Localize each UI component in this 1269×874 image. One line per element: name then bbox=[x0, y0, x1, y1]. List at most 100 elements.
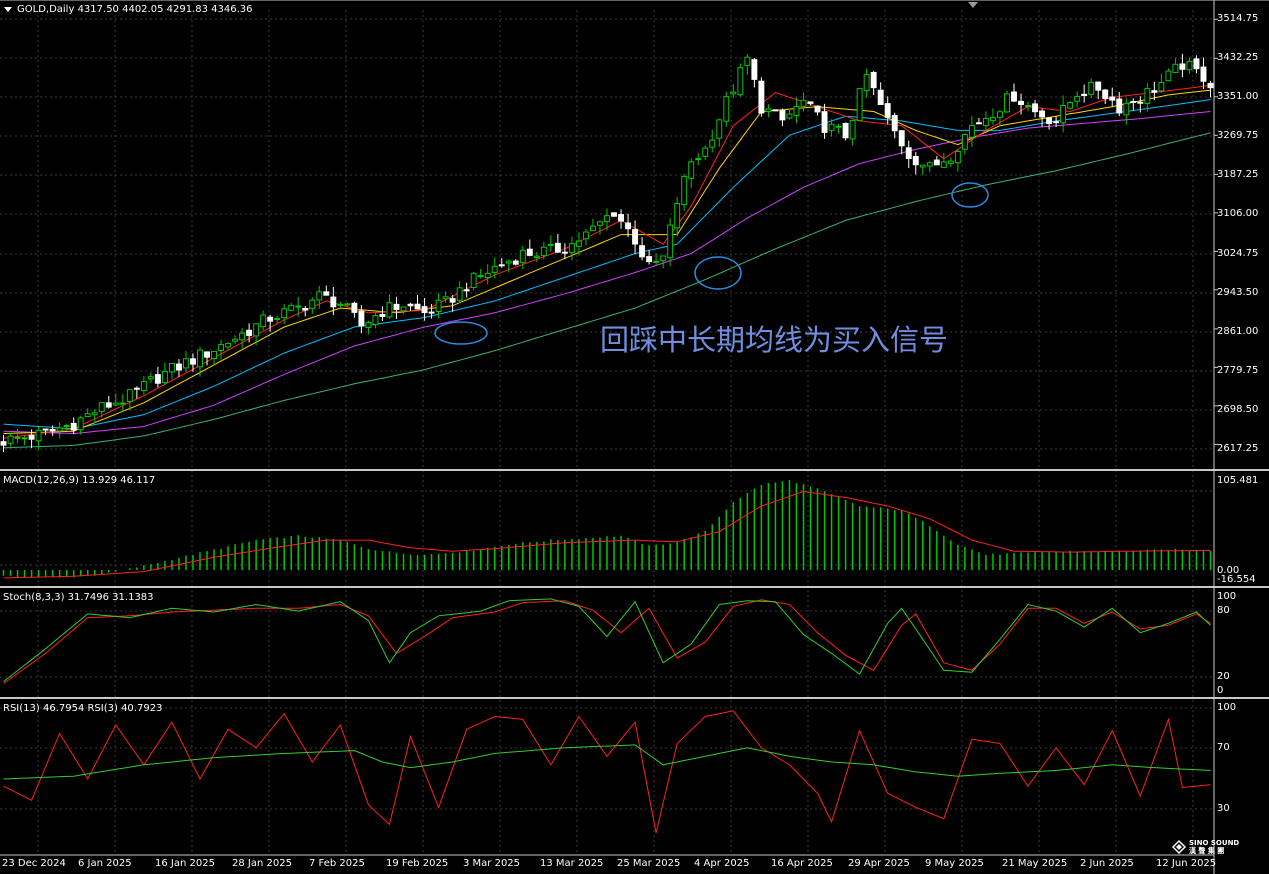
stoch-tick-20: 20 bbox=[1217, 671, 1230, 682]
candle-body bbox=[814, 105, 821, 113]
candle-body bbox=[828, 123, 835, 131]
macd-tick-max: 105.481 bbox=[1217, 475, 1259, 486]
candle-body bbox=[646, 256, 653, 263]
candle-body bbox=[561, 251, 568, 254]
candle-body bbox=[21, 437, 28, 440]
date-tick: 2 Jun 2025 bbox=[1080, 858, 1134, 869]
candle-body bbox=[400, 306, 407, 312]
candle-body bbox=[660, 255, 667, 262]
candle bbox=[1067, 101, 1074, 110]
candle-body bbox=[1200, 66, 1207, 82]
candle-body bbox=[898, 130, 905, 147]
symbol-label: GOLD,Daily 4317.50 4402.05 4291.83 4346.… bbox=[17, 4, 253, 15]
candle-body bbox=[14, 436, 21, 439]
price-tick: 3024.75 bbox=[1217, 248, 1259, 259]
date-tick: 9 May 2025 bbox=[925, 858, 984, 869]
candle-body bbox=[863, 74, 870, 92]
rsi-tick-100: 100 bbox=[1217, 702, 1237, 713]
candle-body bbox=[351, 302, 358, 313]
candle-body bbox=[667, 224, 674, 259]
candle-body bbox=[779, 110, 786, 121]
panel-separator-rsi[interactable] bbox=[0, 697, 1269, 699]
candle-body bbox=[232, 338, 239, 342]
candle bbox=[758, 77, 765, 117]
candle-body bbox=[842, 122, 849, 139]
candle-body bbox=[625, 222, 632, 230]
candle-body bbox=[316, 291, 323, 301]
price-tick: 3514.75 bbox=[1217, 13, 1259, 24]
candle-body bbox=[84, 413, 91, 418]
macd-label: MACD(12,26,9) 13.929 46.117 bbox=[3, 475, 156, 486]
candle-body bbox=[849, 119, 856, 140]
candle-body bbox=[414, 303, 421, 310]
candle-body bbox=[1067, 102, 1074, 109]
candle-body bbox=[1011, 91, 1017, 102]
chart-shift-marker-icon[interactable] bbox=[968, 2, 978, 8]
candle-body bbox=[49, 428, 56, 432]
candle-body bbox=[1130, 100, 1137, 103]
candle-body bbox=[435, 299, 442, 312]
candle-body bbox=[463, 289, 470, 292]
candle-body bbox=[428, 311, 435, 314]
candle-body bbox=[716, 119, 723, 139]
price-tick: 3432.25 bbox=[1217, 52, 1259, 63]
candle-body bbox=[793, 105, 800, 117]
date-tick: 12 Jun 2025 bbox=[1156, 858, 1217, 869]
candle-body bbox=[1060, 104, 1067, 124]
logo-text: SINO SOUND 漢 聲 集 團 bbox=[1189, 839, 1239, 855]
candle-body bbox=[519, 249, 526, 264]
candle-body bbox=[267, 316, 274, 322]
candle-body bbox=[568, 243, 575, 253]
date-tick: 7 Feb 2025 bbox=[309, 858, 365, 869]
candle-body bbox=[919, 164, 926, 168]
price-tick: 3106.00 bbox=[1217, 208, 1259, 219]
candle-body bbox=[737, 67, 744, 96]
candle-body bbox=[632, 229, 639, 245]
trading-chart[interactable] bbox=[0, 0, 1269, 874]
stoch-label: Stoch(8,3,3) 31.7496 31.1383 bbox=[3, 592, 154, 603]
candle-body bbox=[554, 242, 561, 253]
date-tick: 16 Jan 2025 bbox=[155, 858, 215, 869]
candle-body bbox=[56, 427, 63, 432]
date-tick: 3 Mar 2025 bbox=[463, 858, 521, 869]
candle-body bbox=[961, 133, 968, 150]
candle bbox=[1004, 90, 1010, 113]
candle-body bbox=[1004, 93, 1010, 113]
stoch-tick-80: 80 bbox=[1217, 605, 1230, 616]
candle-body bbox=[0, 441, 7, 446]
chart-menu-icon[interactable] bbox=[4, 7, 12, 12]
candle-body bbox=[1186, 60, 1193, 71]
candle-body bbox=[674, 203, 681, 229]
candle-body bbox=[393, 303, 400, 311]
date-tick: 6 Jan 2025 bbox=[78, 858, 132, 869]
candle-body bbox=[477, 275, 484, 278]
candle-body bbox=[905, 147, 912, 159]
candle-body bbox=[807, 101, 814, 104]
candle bbox=[856, 88, 863, 122]
candle-body bbox=[954, 150, 961, 164]
candle-body bbox=[975, 122, 982, 125]
stoch-tick-0: 0 bbox=[1217, 685, 1224, 696]
candle-body bbox=[877, 89, 884, 105]
candle-body bbox=[1193, 58, 1200, 70]
candle-body bbox=[168, 362, 175, 373]
candle-body bbox=[239, 332, 246, 341]
candle-body bbox=[835, 125, 842, 128]
candle-body bbox=[765, 108, 772, 113]
candle-body bbox=[505, 260, 512, 264]
logo-line2: 漢 聲 集 團 bbox=[1189, 847, 1225, 855]
candle-body bbox=[695, 158, 702, 161]
candle-body bbox=[1053, 121, 1060, 124]
candle-body bbox=[1095, 81, 1102, 91]
candle-body bbox=[253, 323, 260, 337]
panel-separator-stoch[interactable] bbox=[0, 586, 1269, 588]
price-tick: 2779.75 bbox=[1217, 365, 1259, 376]
candle-body bbox=[442, 296, 449, 300]
date-tick: 19 Feb 2025 bbox=[386, 858, 449, 869]
panel-separator-macd[interactable] bbox=[0, 469, 1269, 471]
candle-body bbox=[856, 88, 863, 121]
candle-body bbox=[1046, 117, 1053, 125]
candle bbox=[737, 63, 744, 97]
candle-body bbox=[1116, 98, 1123, 114]
candle-body bbox=[730, 91, 737, 95]
